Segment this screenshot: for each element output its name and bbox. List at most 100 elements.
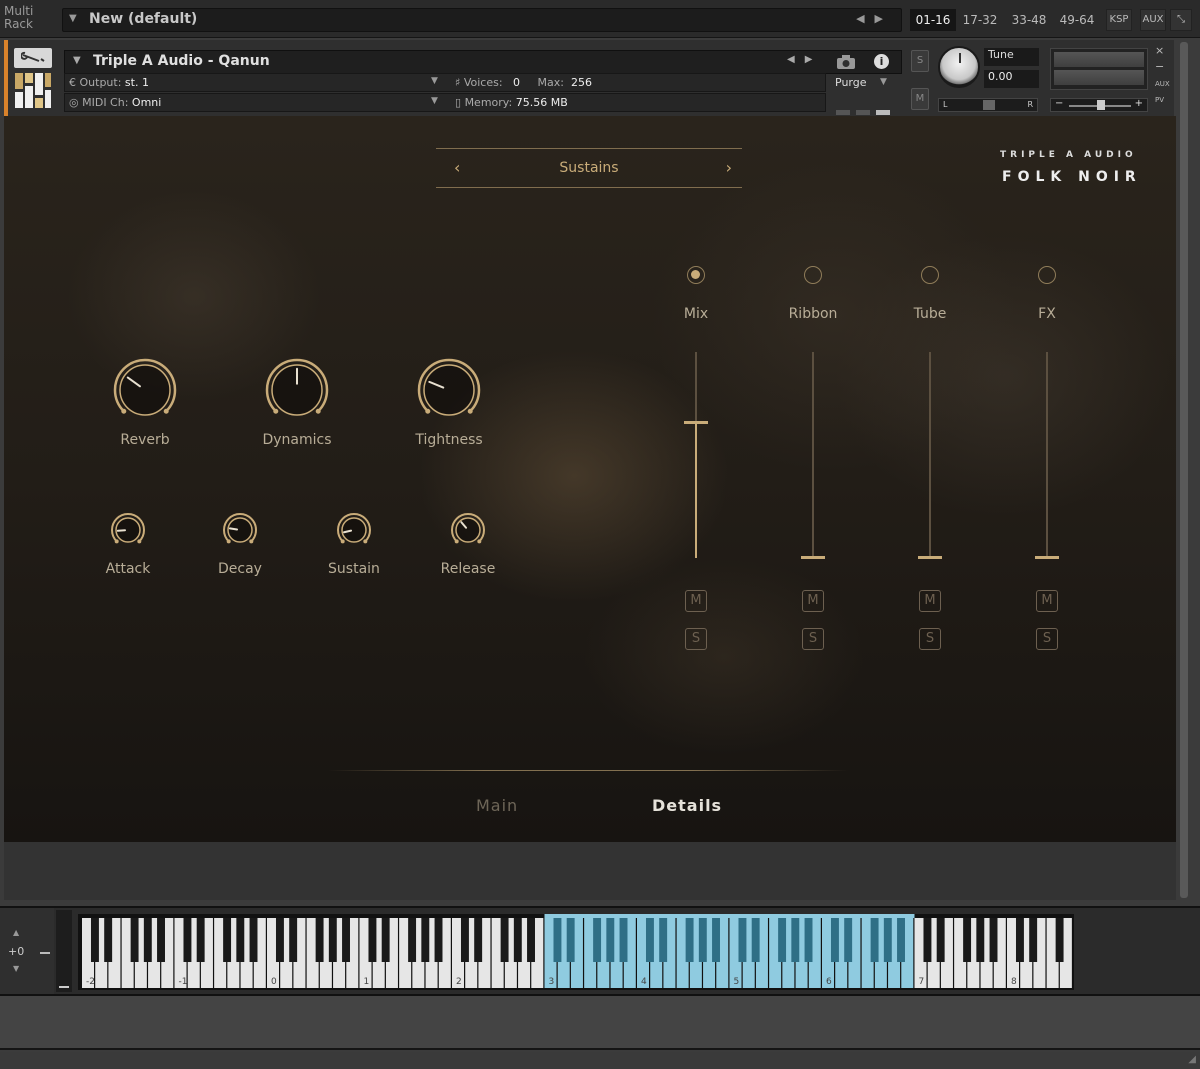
black-key[interactable] xyxy=(249,918,258,962)
reverb-knob[interactable] xyxy=(109,354,181,426)
tab-main[interactable]: Main xyxy=(476,796,518,815)
black-key[interactable] xyxy=(408,918,417,962)
mic-mix-radio[interactable] xyxy=(687,266,705,284)
output-row[interactable]: € Output: st. 1 ▼ ♯ Voices: 0 Max: 256 xyxy=(64,73,826,92)
black-key[interactable] xyxy=(90,918,99,962)
black-key[interactable] xyxy=(474,918,483,962)
pv-side-label[interactable]: PV xyxy=(1155,96,1164,104)
mic-ribbon-solo-button[interactable]: S xyxy=(802,628,824,650)
black-key[interactable] xyxy=(976,918,985,962)
mic-fx-solo-button[interactable]: S xyxy=(1036,628,1058,650)
camera-icon[interactable] xyxy=(836,54,856,70)
mic-tube-solo-button[interactable]: S xyxy=(919,628,941,650)
mic-ribbon-mute-button[interactable]: M xyxy=(802,590,824,612)
black-key[interactable] xyxy=(460,918,469,962)
piano-keyboard[interactable]: -2 -1 0 1 2 3 4 5 6 7 8 xyxy=(78,914,1074,990)
mic-tube-radio[interactable] xyxy=(921,266,939,284)
black-key[interactable] xyxy=(712,918,720,962)
resize-grip-icon[interactable]: ◢ xyxy=(1188,1054,1196,1065)
mute-button[interactable]: M xyxy=(911,88,929,110)
mic-fx-radio[interactable] xyxy=(1038,266,1056,284)
black-key[interactable] xyxy=(830,918,839,962)
chevron-down-icon[interactable]: ▼ xyxy=(73,55,81,66)
close-icon[interactable]: × xyxy=(1155,44,1164,57)
rack-page-tab-49-64[interactable]: 49-64 xyxy=(1056,9,1098,31)
mic-ribbon-radio[interactable] xyxy=(804,266,822,284)
attack-knob[interactable] xyxy=(106,508,150,552)
mic-tube-fader-track[interactable] xyxy=(929,352,931,558)
dynamics-knob[interactable] xyxy=(261,354,333,426)
volume-handle[interactable] xyxy=(1097,100,1105,110)
mic-ribbon-fader-handle[interactable] xyxy=(801,556,825,559)
chevron-down-icon[interactable]: ▼ xyxy=(69,13,77,24)
mic-fx-mute-button[interactable]: M xyxy=(1036,590,1058,612)
aux-button[interactable]: AUX xyxy=(1140,9,1166,31)
mic-mix-fader-handle[interactable] xyxy=(684,421,708,425)
black-key[interactable] xyxy=(923,918,932,962)
purge-dropdown[interactable]: Purge ▼ xyxy=(830,74,898,92)
info-icon[interactable]: i xyxy=(874,54,889,69)
black-key[interactable] xyxy=(593,918,602,962)
pan-center-handle[interactable] xyxy=(983,100,995,110)
octave-up-icon[interactable]: ▲ xyxy=(13,928,19,937)
max-voices-value[interactable]: 256 xyxy=(571,76,592,89)
black-key[interactable] xyxy=(870,918,879,962)
black-key[interactable] xyxy=(566,918,575,962)
black-key[interactable] xyxy=(275,918,284,962)
rack-page-tab-17-32[interactable]: 17-32 xyxy=(960,9,1000,31)
mic-fx-fader-handle[interactable] xyxy=(1035,556,1059,559)
black-key[interactable] xyxy=(619,918,628,962)
black-key[interactable] xyxy=(698,918,707,962)
decay-knob[interactable] xyxy=(218,508,262,552)
wrench-icon[interactable] xyxy=(14,48,52,68)
black-key[interactable] xyxy=(936,918,945,962)
mic-ribbon-fader-track[interactable] xyxy=(812,352,814,558)
black-key[interactable] xyxy=(989,918,998,962)
black-key[interactable] xyxy=(434,918,443,962)
black-key[interactable] xyxy=(738,918,747,962)
black-key[interactable] xyxy=(104,918,113,962)
ksp-button[interactable]: KSP xyxy=(1106,9,1132,31)
midi-row[interactable]: ◎ MIDI Ch: Omni ▼ ▯ Memory: 75.56 MB xyxy=(64,93,826,112)
black-key[interactable] xyxy=(342,918,350,962)
black-key[interactable] xyxy=(315,918,324,962)
black-key[interactable] xyxy=(183,918,192,962)
pan-slider[interactable]: L R xyxy=(938,98,1038,112)
mic-mix-solo-button[interactable]: S xyxy=(685,628,707,650)
black-key[interactable] xyxy=(659,918,668,962)
black-key[interactable] xyxy=(289,918,298,962)
black-key[interactable] xyxy=(1055,918,1064,962)
chevron-down-icon[interactable]: ▼ xyxy=(431,76,438,86)
black-key[interactable] xyxy=(223,918,232,962)
rack-page-tab-01-16[interactable]: 01-16 xyxy=(910,9,956,31)
black-key[interactable] xyxy=(645,918,654,962)
black-key[interactable] xyxy=(421,918,430,962)
black-key[interactable] xyxy=(685,918,694,962)
black-key[interactable] xyxy=(963,918,972,962)
black-key[interactable] xyxy=(1029,918,1038,962)
aux-side-label[interactable]: AUX xyxy=(1155,80,1170,88)
black-key[interactable] xyxy=(130,918,139,962)
black-key[interactable] xyxy=(778,918,787,962)
octave-down-icon[interactable]: ▼ xyxy=(13,964,19,973)
collapse-icon[interactable]: ⤡ xyxy=(1170,9,1192,31)
black-key[interactable] xyxy=(196,918,205,962)
black-key[interactable] xyxy=(751,918,760,962)
black-key[interactable] xyxy=(791,918,800,962)
black-key[interactable] xyxy=(500,918,509,962)
solo-button[interactable]: S xyxy=(911,50,929,72)
black-key[interactable] xyxy=(143,918,152,962)
multi-nav-arrows[interactable]: ◀▶ xyxy=(856,12,893,25)
minimize-icon[interactable]: − xyxy=(1155,60,1164,73)
black-key[interactable] xyxy=(368,918,377,962)
black-key[interactable] xyxy=(236,918,245,962)
rack-scrollbar[interactable] xyxy=(1180,42,1188,898)
volume-slider[interactable]: − + xyxy=(1050,98,1148,112)
mod-wheel[interactable] xyxy=(56,910,72,992)
instrument-nav-arrows[interactable]: ◀▶ xyxy=(787,54,822,65)
tune-value[interactable]: 0.00 xyxy=(984,70,1039,88)
release-knob[interactable] xyxy=(446,508,490,552)
tab-details[interactable]: Details xyxy=(652,796,722,815)
black-key[interactable] xyxy=(804,918,813,962)
black-key[interactable] xyxy=(381,918,390,962)
